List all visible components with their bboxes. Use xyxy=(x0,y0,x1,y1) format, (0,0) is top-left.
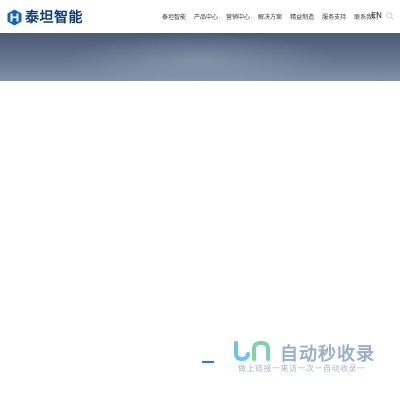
watermark: 自动秒收录 做上链接一来访一次一自动收录一 xyxy=(228,339,388,379)
slide-indicator[interactable] xyxy=(202,361,214,363)
nav-item-manufacturing[interactable]: 精益制造 xyxy=(290,12,314,21)
nav-item-home[interactable]: 泰坦智能 xyxy=(162,12,186,21)
search-icon[interactable] xyxy=(386,12,394,20)
nav-item-products[interactable]: 产品中心 xyxy=(194,12,218,21)
hero-banner xyxy=(0,33,400,81)
nav-item-support[interactable]: 服务支持 xyxy=(322,12,346,21)
watermark-subtitle: 做上链接一来访一次一自动收录一 xyxy=(238,364,366,373)
nav-item-solutions[interactable]: 解决方案 xyxy=(258,12,282,21)
language-switch[interactable]: EN xyxy=(371,11,382,20)
brand-logo[interactable]: 泰坦智能 xyxy=(7,7,83,27)
nav-item-marketing[interactable]: 营销中心 xyxy=(226,12,250,21)
hero-glow xyxy=(60,33,340,81)
titan-logo-icon xyxy=(7,9,22,25)
brand-name: 泰坦智能 xyxy=(25,10,83,26)
watermark-logo-icon xyxy=(234,341,270,361)
main-nav: 泰坦智能 产品中心 营销中心 解决方案 精益制造 服务支持 联系我们 xyxy=(162,12,378,21)
site-header: 泰坦智能 泰坦智能 产品中心 营销中心 解决方案 精益制造 服务支持 联系我们 … xyxy=(0,0,400,33)
